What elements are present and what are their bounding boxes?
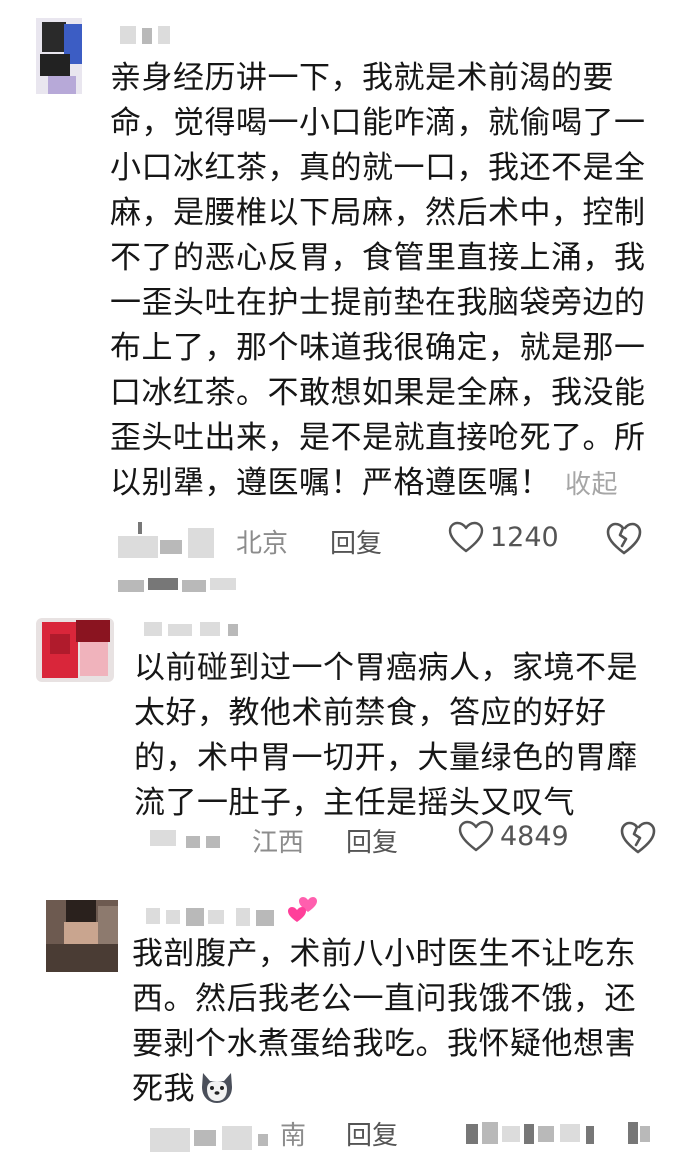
redacted-author-tag bbox=[118, 574, 238, 592]
location-label: 南 bbox=[280, 1121, 307, 1151]
heart-icon bbox=[448, 521, 484, 553]
redacted-actions bbox=[466, 1118, 656, 1146]
comment-text: 我剖腹产，术前八小时医生不让吃东西。然后我老公一直问我饿不饿，还要剥个水煮蛋给我… bbox=[132, 932, 652, 1112]
avatar[interactable] bbox=[36, 18, 82, 94]
comment-text: 亲身经历讲一下，我就是术前渴的要命，觉得喝一小口能咋滴，就偷喝了一小口冰红茶，真… bbox=[110, 56, 650, 508]
username-redacted[interactable] bbox=[144, 620, 244, 640]
redacted-meta bbox=[150, 820, 240, 854]
redacted-meta bbox=[150, 1114, 280, 1154]
username-redacted[interactable] bbox=[120, 26, 172, 46]
reply-button[interactable]: 回复 bbox=[346, 1115, 398, 1152]
like-button[interactable]: 1240 bbox=[448, 521, 559, 553]
reply-button[interactable]: 回复 bbox=[346, 822, 398, 859]
avatar[interactable] bbox=[36, 618, 114, 682]
like-count: 4849 bbox=[500, 820, 569, 852]
like-count: 1240 bbox=[490, 521, 559, 553]
comment-text: 以前碰到过一个胃癌病人，家境不是太好，教他术前禁食，答应的好好的，术中胃一切开，… bbox=[134, 650, 638, 821]
collapse-link[interactable]: 收起 bbox=[565, 470, 618, 500]
broken-heart-icon[interactable] bbox=[620, 821, 656, 855]
hearts-emoji-icon bbox=[286, 894, 320, 924]
broken-heart-icon[interactable] bbox=[606, 522, 642, 556]
location-label: 江西 bbox=[252, 828, 305, 858]
like-button[interactable]: 4849 bbox=[458, 820, 569, 852]
comment-body: 亲身经历讲一下，我就是术前渴的要命，觉得喝一小口能咋滴，就偷喝了一小口冰红茶，真… bbox=[110, 60, 646, 501]
redacted-meta bbox=[118, 522, 228, 562]
avatar[interactable] bbox=[46, 900, 118, 972]
heart-icon bbox=[458, 820, 494, 852]
location-label: 北京 bbox=[236, 529, 289, 559]
username-redacted[interactable] bbox=[146, 906, 286, 928]
reply-button[interactable]: 回复 bbox=[330, 523, 382, 560]
dog-emoji-icon bbox=[197, 1069, 237, 1105]
